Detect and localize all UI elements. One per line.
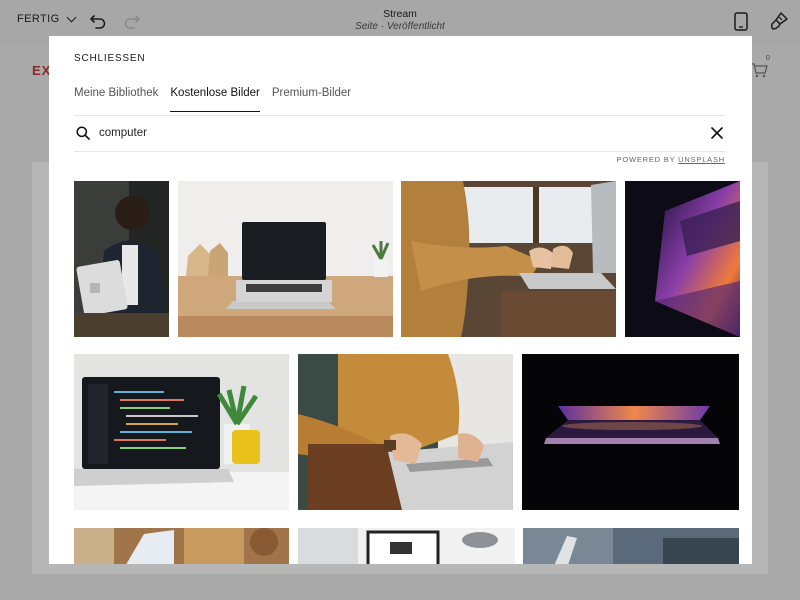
image-tile[interactable] <box>74 528 289 564</box>
image-tile[interactable] <box>522 354 739 510</box>
mobile-icon[interactable] <box>734 12 748 31</box>
brush-icon[interactable] <box>769 11 789 31</box>
search-input[interactable] <box>99 123 659 143</box>
tab-premium-images[interactable]: Premium-Bilder <box>272 87 351 112</box>
close-button[interactable]: SCHLIESSEN <box>74 53 145 64</box>
image-tile[interactable] <box>298 528 515 564</box>
image-tile[interactable] <box>523 528 739 564</box>
image-tile[interactable] <box>178 181 393 337</box>
image-tile[interactable] <box>74 181 169 337</box>
source-tabs: Meine Bibliothek Kostenlose Bilder Premi… <box>74 87 351 112</box>
unsplash-link[interactable]: UNSPLASH <box>678 155 725 164</box>
image-tile[interactable] <box>298 354 513 510</box>
cart-count: 0 <box>766 55 770 62</box>
tab-free-images[interactable]: Kostenlose Bilder <box>170 87 260 112</box>
tab-my-library[interactable]: Meine Bibliothek <box>74 87 158 112</box>
page-status: Seite · Veröffentlicht <box>355 21 445 32</box>
page-title: Stream <box>383 8 417 20</box>
image-tile[interactable] <box>401 181 616 337</box>
search-icon <box>76 126 90 140</box>
image-picker-modal: SCHLIESSEN Meine Bibliothek Kostenlose B… <box>49 36 752 564</box>
close-icon[interactable] <box>711 127 723 139</box>
powered-by: POWERED BY UNSPLASH <box>617 155 725 164</box>
image-tile[interactable] <box>74 354 289 510</box>
image-tile[interactable] <box>625 181 740 337</box>
cart-icon <box>751 63 768 78</box>
tabs-divider <box>74 115 725 116</box>
search-divider <box>74 151 725 152</box>
powered-prefix: POWERED BY <box>616 155 676 164</box>
